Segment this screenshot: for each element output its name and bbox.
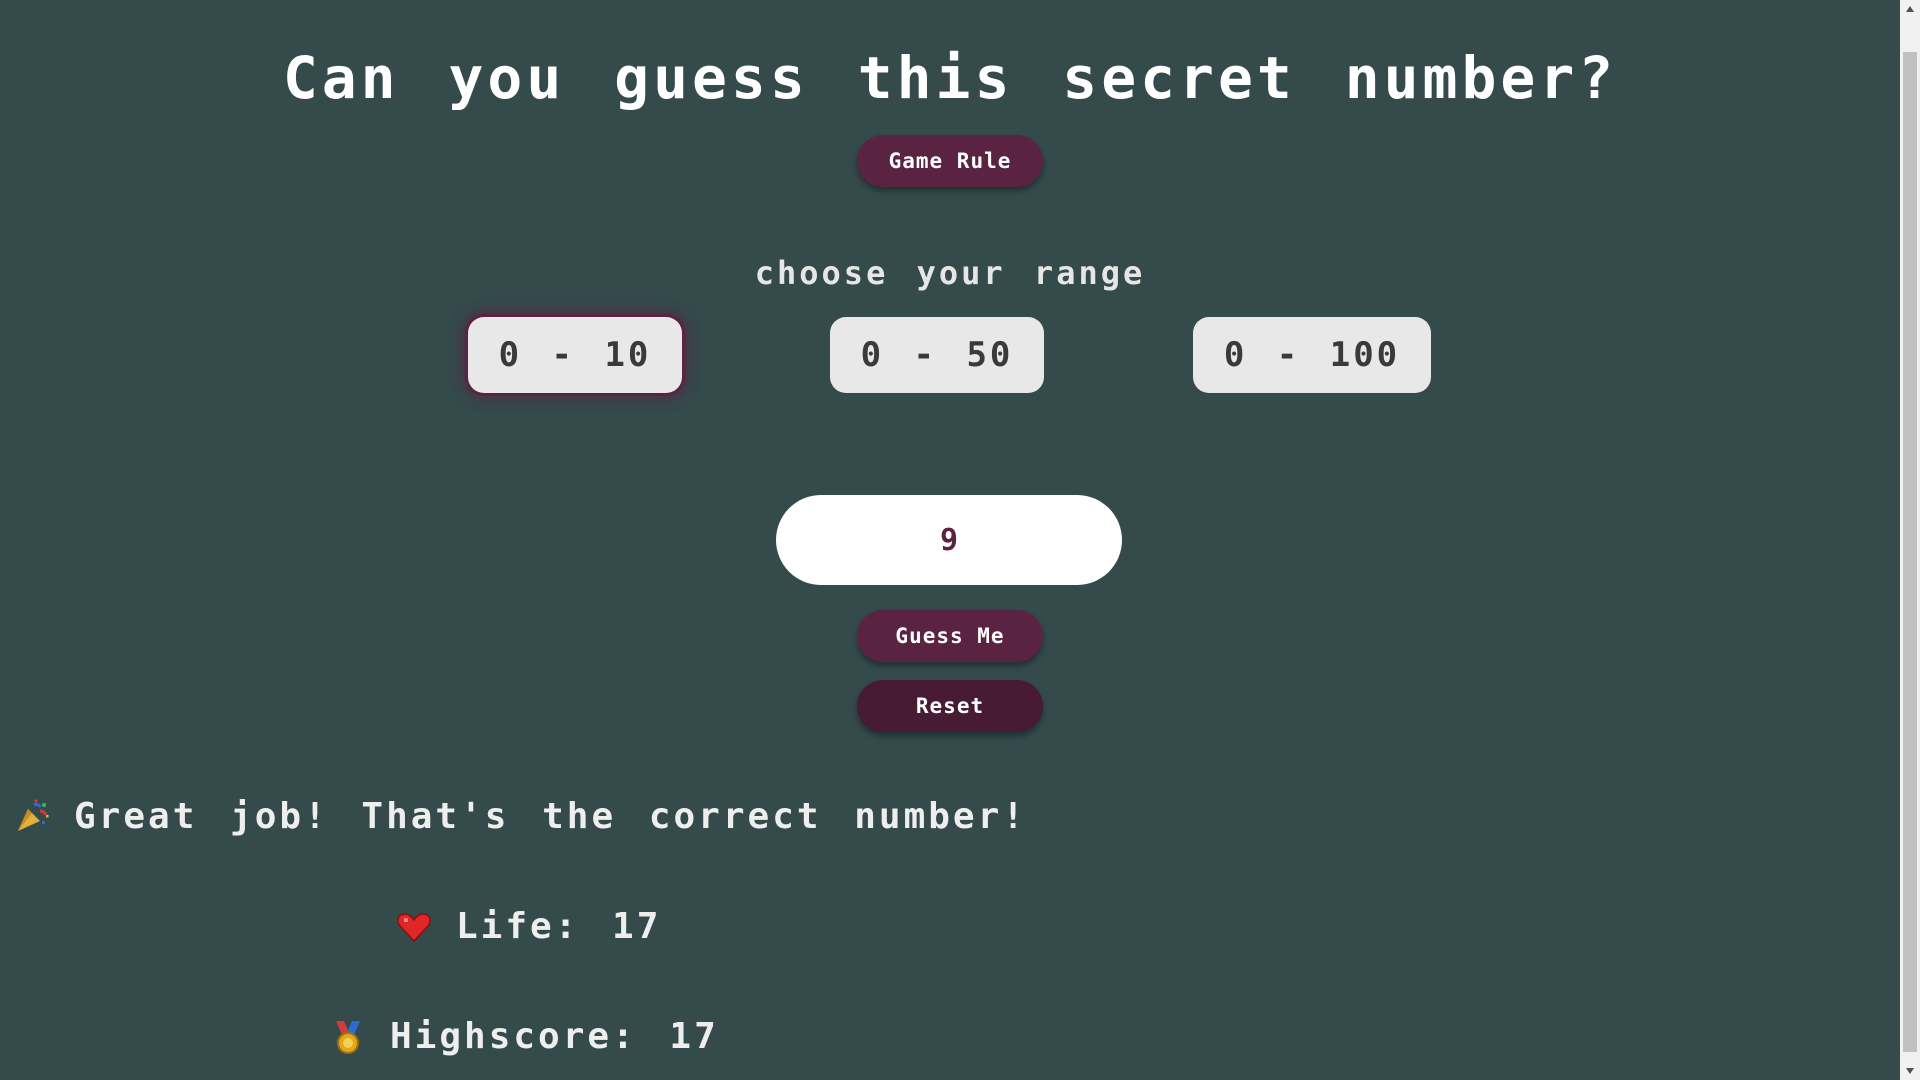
party-popper-icon <box>14 798 50 835</box>
range-button-0-50[interactable]: 0 - 50 <box>830 317 1044 393</box>
life-text: Life: 17 <box>456 906 662 947</box>
game-page: Can you guess this secret number? Game R… <box>0 0 1900 1080</box>
guess-input[interactable] <box>776 495 1122 585</box>
page-title: Can you guess this secret number? <box>282 44 1618 112</box>
range-button-0-100[interactable]: 0 - 100 <box>1193 317 1431 393</box>
game-rule-button[interactable]: Game Rule <box>857 135 1043 187</box>
heart-icon <box>396 909 432 945</box>
range-button-0-10[interactable]: 0 - 10 <box>468 317 682 393</box>
result-message: Great job! That's the correct number! <box>14 796 1027 837</box>
scroll-up-arrow-icon[interactable] <box>1900 0 1920 18</box>
life-display: Life: 17 <box>396 906 661 947</box>
scroll-down-arrow-icon[interactable] <box>1900 1062 1920 1080</box>
medal-icon <box>330 1019 366 1055</box>
reset-button[interactable]: Reset <box>857 680 1043 732</box>
guess-me-button[interactable]: Guess Me <box>857 610 1043 662</box>
range-heading: choose your range <box>754 254 1146 292</box>
highscore-text: Highscore: 17 <box>390 1016 719 1057</box>
scrollbar-thumb[interactable] <box>1903 52 1917 1052</box>
result-message-text: Great job! That's the correct number! <box>74 796 1027 837</box>
vertical-scrollbar[interactable] <box>1900 0 1920 1080</box>
highscore-display: Highscore: 17 <box>330 1016 719 1057</box>
